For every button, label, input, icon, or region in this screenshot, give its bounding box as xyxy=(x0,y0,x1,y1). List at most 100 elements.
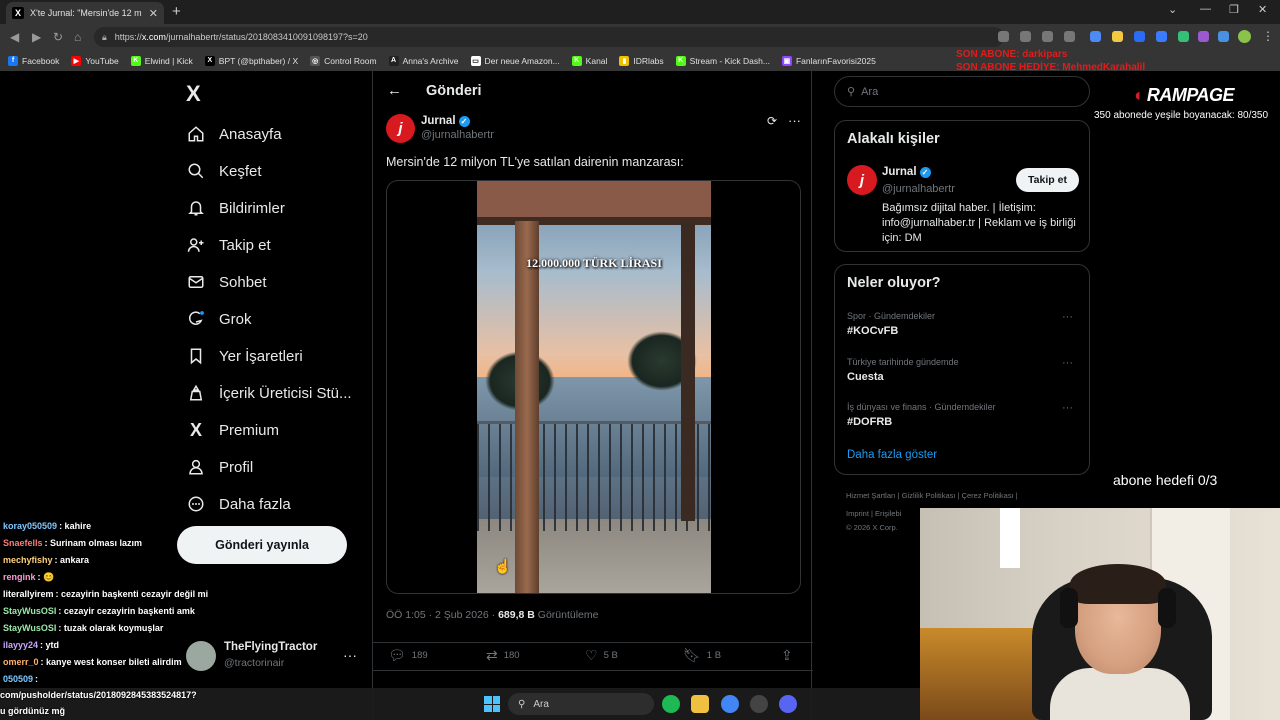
share-icon[interactable] xyxy=(1042,31,1053,42)
avatar[interactable]: j xyxy=(847,165,877,195)
bookmark-item[interactable]: f Facebook xyxy=(8,55,59,66)
bookmark-item[interactable]: X BPT (@bpthaber) / X xyxy=(204,55,298,66)
tab-close-icon[interactable]: ✕ xyxy=(149,7,158,20)
trend-item[interactable]: Türkiye tarihinde gündemde Cuesta ··· xyxy=(847,357,1079,383)
nav-item-premium[interactable]: X Premium xyxy=(186,420,279,440)
relevant-user-name[interactable]: Jurnal ✓ xyxy=(882,166,931,178)
bookmark-star-icon[interactable] xyxy=(1064,31,1075,42)
chat-text: : ankara xyxy=(54,555,90,565)
idrlabs-icon: ▮ xyxy=(619,55,630,66)
nav-item-creator-studio[interactable]: İçerik Üreticisi Stü... xyxy=(186,383,352,403)
post-video[interactable]: 12.000.000 TÜRK LİRASI ☝ xyxy=(386,180,801,594)
extension-icon[interactable] xyxy=(1112,31,1123,42)
trend-item[interactable]: İş dünyası ve finans · Gündemdekiler #DO… xyxy=(847,402,1079,428)
more-dots-icon[interactable]: ··· xyxy=(343,647,357,663)
x-logo-icon[interactable]: X xyxy=(186,81,201,107)
search-input[interactable]: ⚲ Ara xyxy=(834,76,1090,107)
more-dots-icon[interactable]: ··· xyxy=(788,113,801,128)
follow-button[interactable]: Takip et xyxy=(1016,168,1079,192)
view-label: Görüntüleme xyxy=(534,609,599,621)
bookmark-item[interactable]: K Kanal xyxy=(571,55,607,66)
like-button[interactable]: ♡ 5 B xyxy=(585,647,618,664)
bookmark-label: IDRlabs xyxy=(633,55,664,66)
author-handle[interactable]: @jurnalhabertr xyxy=(421,129,494,141)
new-tab-icon[interactable]: + xyxy=(172,3,181,20)
sidepanel-icon[interactable] xyxy=(1218,31,1229,42)
more-dots-icon[interactable]: ··· xyxy=(1062,402,1073,414)
bookmark-item[interactable]: ▭ Der neue Amazon... xyxy=(470,55,560,66)
nav-item-follow[interactable]: Takip et xyxy=(186,235,271,255)
trend-item[interactable]: Spor · Gündemdekiler #KOCvFB ··· xyxy=(847,311,1079,337)
profile-avatar-icon[interactable] xyxy=(1238,30,1251,43)
obs-icon[interactable] xyxy=(750,695,768,713)
bookmark-item[interactable]: K Stream - Kick Dash... xyxy=(675,55,770,66)
address-bar-row: ◀ ▶ ↻ ⌂ 🔒︎ https://x.com/jurnalhabertr/s… xyxy=(0,24,1280,50)
extension-icon[interactable] xyxy=(1198,31,1209,42)
bookmark-item[interactable]: A Anna's Archive xyxy=(388,55,459,66)
relevant-user-handle[interactable]: @jurnalhabertr xyxy=(882,183,955,195)
extension-icon[interactable] xyxy=(1090,31,1101,42)
back-arrow-icon[interactable]: ← xyxy=(387,82,402,99)
reply-button[interactable]: 💬︎ 189 xyxy=(388,647,428,664)
minimize-icon[interactable]: — xyxy=(1200,3,1211,15)
bookmark-item[interactable]: K Elwind | Kick xyxy=(130,55,193,66)
cam-window xyxy=(1000,508,1020,568)
repost-button[interactable]: ⇄ 180 xyxy=(486,647,520,664)
bookmark-item[interactable]: ▶ YouTube xyxy=(71,55,119,66)
nav-item-explore[interactable]: Keşfet xyxy=(186,161,262,181)
extension-icon[interactable] xyxy=(1134,31,1145,42)
bookmark-label: Stream - Kick Dash... xyxy=(689,55,770,66)
more-dots-icon[interactable]: ··· xyxy=(1062,357,1073,369)
mail-icon xyxy=(186,272,206,292)
post-time[interactable]: ÖÖ 1:05 · 2 Şub 2026 · xyxy=(386,609,498,621)
nav-item-notifications[interactable]: Bildirimler xyxy=(186,198,285,218)
url-field[interactable]: 🔒︎ https://x.com/jurnalhabertr/status/20… xyxy=(94,27,1004,47)
video-frame[interactable]: 12.000.000 TÜRK LİRASI xyxy=(477,181,711,593)
nav-item-profile[interactable]: Profil xyxy=(186,457,253,477)
nav-item-chat[interactable]: Sohbet xyxy=(186,272,267,292)
nav-item-bookmarks[interactable]: Yer İşaretleri xyxy=(186,346,303,366)
taskbar-search-input[interactable]: ⚲ Ara xyxy=(508,693,654,715)
chat-text: : cezayirin başkenti cezayir değil mi xyxy=(55,589,209,599)
bookmark-label: Der neue Amazon... xyxy=(484,55,560,66)
zoom-icon[interactable] xyxy=(1020,31,1031,42)
footer-links[interactable]: Hizmet Şartları | Gizlilik Politikası | … xyxy=(846,491,1018,500)
maximize-icon[interactable]: ❐ xyxy=(1229,3,1239,16)
browser-menu-icon[interactable]: ⋮ xyxy=(1262,29,1274,43)
discord-icon[interactable] xyxy=(779,695,797,713)
show-more-link[interactable]: Daha fazla göster xyxy=(847,449,937,461)
download-icon[interactable] xyxy=(998,31,1009,42)
nav-item-grok[interactable]: Grok xyxy=(186,309,252,329)
share-button[interactable]: ⇪ xyxy=(781,647,799,664)
extension-icon[interactable] xyxy=(1156,31,1167,42)
tab-search-icon[interactable]: ⌄ xyxy=(1168,3,1177,16)
extension-icon[interactable] xyxy=(1178,31,1189,42)
heart-icon: ♡ xyxy=(585,647,598,663)
author-name[interactable]: Jurnal ✓ xyxy=(421,115,470,127)
chat-text: : kanye west konser bileti alirdim xyxy=(40,657,182,667)
bookmark-button[interactable]: 🔖︎ 1 B xyxy=(683,647,721,664)
close-window-icon[interactable]: ✕ xyxy=(1258,3,1267,16)
bookmark-count: 1 B xyxy=(706,650,722,661)
home-browser-icon[interactable]: ⌂ xyxy=(74,30,81,44)
reload-icon[interactable]: ↻ xyxy=(53,30,63,44)
chrome-icon[interactable] xyxy=(721,695,739,713)
nav-item-home[interactable]: Anasayfa xyxy=(186,124,282,144)
nav-label: Takip et xyxy=(219,236,271,254)
trend-context: Spor · Gündemdekiler xyxy=(847,311,936,321)
browser-tab[interactable]: X X'te Jurnal: "Mersin'de 12 m ✕ xyxy=(6,2,164,24)
bookmark-item[interactable]: ◎ Control Room xyxy=(310,55,377,66)
footer-links[interactable]: Imprint | Erişilebi xyxy=(846,509,901,518)
forward-arrow-icon[interactable]: ▶ xyxy=(32,30,41,44)
nav-label: Sohbet xyxy=(219,273,267,291)
bookmark-item[interactable]: ▣ FanlarınFavorisi2025 xyxy=(781,55,876,66)
file-explorer-icon[interactable] xyxy=(691,695,709,713)
bookmark-item[interactable]: ▮ IDRlabs xyxy=(619,55,664,66)
grok-explain-icon[interactable]: ⟳ xyxy=(767,114,777,128)
back-arrow-icon[interactable]: ◀ xyxy=(10,30,19,44)
video-pillar xyxy=(515,221,539,593)
windows-start-icon[interactable] xyxy=(484,696,500,712)
spotify-icon[interactable] xyxy=(662,695,680,713)
more-dots-icon[interactable]: ··· xyxy=(1062,311,1073,323)
author-avatar[interactable]: j xyxy=(386,114,415,143)
